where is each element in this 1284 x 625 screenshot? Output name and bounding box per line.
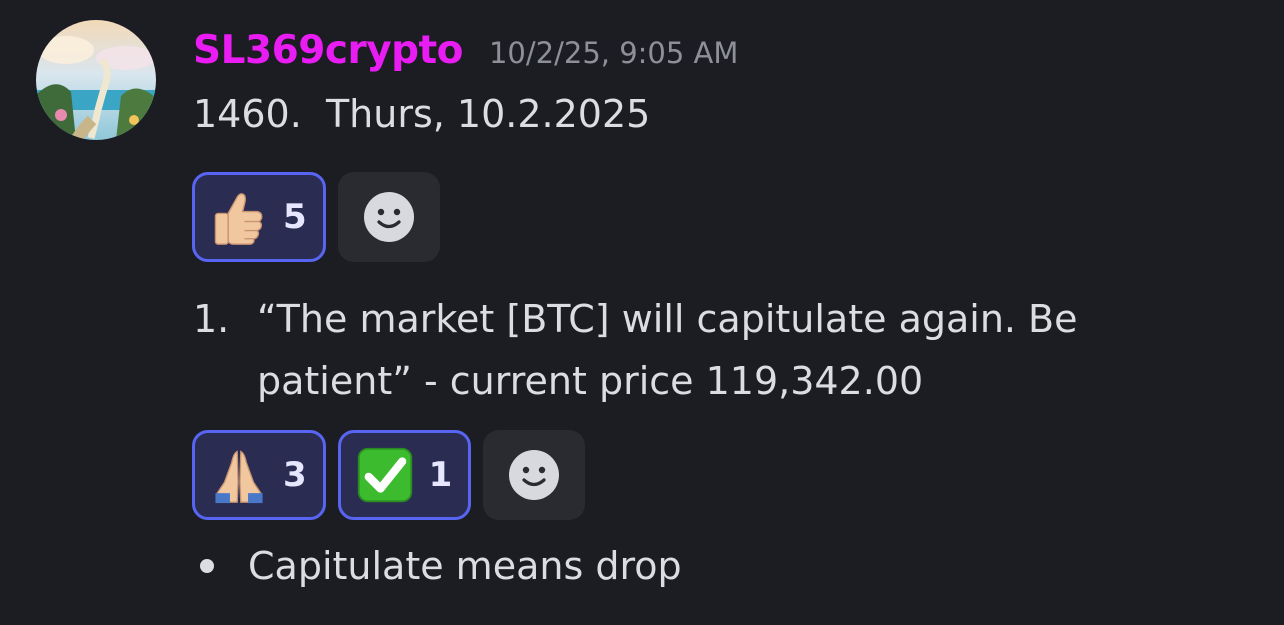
list-item-text: “The market [BTC] will capitulate again.…: [257, 297, 1078, 403]
folded-hands-light-skin-icon: [209, 445, 269, 505]
list-number: 1.: [193, 297, 230, 341]
chat-message: SL369crypto 10/2/25, 9:05 AM 1460. Thurs…: [0, 0, 1284, 625]
message-title-line: 1460. Thurs, 10.2.2025: [193, 92, 651, 136]
reactions-bar-top: 5: [192, 172, 440, 262]
thumbs-up-light-skin-icon: [209, 187, 269, 247]
reaction-thumbs-up[interactable]: 5: [192, 172, 326, 262]
timestamp: 10/2/25, 9:05 AM: [488, 36, 739, 70]
reactions-bar-bottom: 3 1: [192, 430, 586, 520]
avatar-image: [36, 20, 156, 140]
smiley-add-icon: [363, 192, 414, 242]
reaction-count: 1: [428, 455, 453, 495]
reaction-count: 3: [283, 455, 307, 495]
bullet-list-item: Capitulate means drop: [196, 544, 682, 588]
reaction-count: 5: [283, 197, 307, 237]
bullet-item-text: Capitulate means drop: [248, 544, 682, 588]
add-reaction-button[interactable]: [483, 430, 586, 520]
avatar[interactable]: [36, 20, 156, 140]
add-reaction-button[interactable]: [337, 172, 440, 262]
smiley-add-icon: [509, 450, 560, 500]
numbered-list-item: 1. “The market [BTC] will capitulate aga…: [193, 288, 1233, 412]
check-mark-button-icon: [355, 445, 415, 505]
username[interactable]: SL369crypto: [193, 28, 463, 73]
reaction-check-mark[interactable]: 1: [337, 430, 472, 520]
bullet-icon: [200, 559, 214, 573]
reaction-folded-hands[interactable]: 3: [192, 430, 326, 520]
message-header: SL369crypto 10/2/25, 9:05 AM: [193, 28, 738, 73]
